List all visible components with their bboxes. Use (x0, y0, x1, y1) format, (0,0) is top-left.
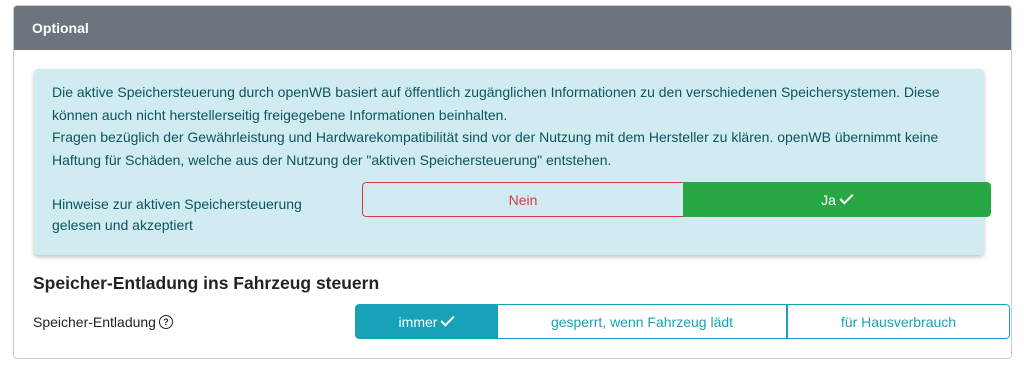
confirm-label: Hinweise zur aktiven Speichersteuerung g… (52, 196, 302, 233)
yes-button-label: Ja (821, 191, 836, 208)
discharge-label: Speicher-Entladung (33, 314, 156, 330)
option-hausverbrauch-label: für Hausverbrauch (840, 313, 957, 330)
alert-text: Die aktive Speichersteuerung durch openW… (52, 81, 972, 171)
option-gesperrt-button[interactable]: gesperrt, wenn Fahrzeug lädt (498, 304, 787, 339)
question-circle-icon[interactable]: ? (158, 315, 173, 329)
checkmark-icon (440, 312, 456, 327)
optional-card: Optional Die aktive Speichersteuerung du… (13, 5, 1012, 359)
option-hausverbrauch-button[interactable]: für Hausverbrauch (787, 304, 1010, 339)
section-title: Speicher-Entladung ins Fahrzeug steuern (33, 273, 380, 293)
card-header-title: Optional (14, 6, 1011, 50)
yes-button[interactable]: Ja (683, 182, 991, 217)
alert-paragraph-1: Die aktive Speichersteuerung durch openW… (52, 84, 940, 123)
discharge-toggle-group: immer gesperrt, wenn Fahrzeug lädt für H… (355, 304, 1010, 339)
info-alert: Die aktive Speichersteuerung durch openW… (34, 69, 991, 255)
alert-paragraph-2: Fragen bezüglich der Gewährleistung und … (52, 129, 939, 168)
option-immer-button[interactable]: immer (355, 304, 498, 339)
confirm-toggle-group: Nein Ja (362, 182, 991, 217)
no-button-label: Nein (508, 191, 538, 208)
no-button[interactable]: Nein (362, 182, 683, 217)
option-gesperrt-label: gesperrt, wenn Fahrzeug lädt (550, 313, 734, 330)
option-immer-label: immer (398, 313, 438, 330)
checkmark-icon (839, 190, 854, 205)
discharge-row-label: Speicher-Entladung ? (33, 314, 173, 330)
